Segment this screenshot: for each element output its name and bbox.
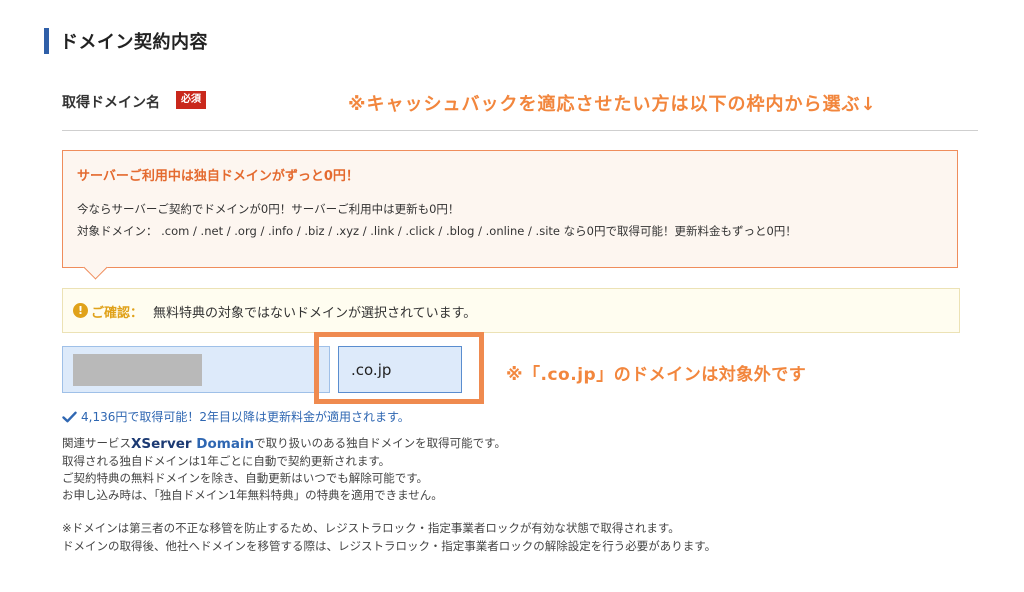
tld-annotation: ※「.co.jp」のドメインは対象外です xyxy=(506,365,807,385)
promo-target-domains: 対象ドメイン： .com / .net / .org / .info / .bi… xyxy=(77,224,797,238)
required-badge: 必須 xyxy=(176,91,206,109)
confirmation-notice: ! ご確認： 無料特典の対象ではないドメインが選択されています。 xyxy=(62,288,960,333)
domain-name-input[interactable] xyxy=(62,346,330,393)
redacted-domain-name xyxy=(73,354,202,386)
note-line: ※ドメインは第三者の不正な移管を防止するため、レジストラロック・指定事業者ロック… xyxy=(62,521,680,535)
domain-description: 関連サービスXServer Domainで取り扱いのある独自ドメインを取得可能で… xyxy=(62,435,506,504)
warning-icon: ! xyxy=(73,303,88,318)
confirmation-label: ご確認： xyxy=(91,306,144,321)
note-line: ドメインの取得後、他社へドメインを移管する際は、レジストラロック・指定事業者ロッ… xyxy=(62,539,717,553)
description-line: 関連サービスXServer Domainで取り扱いのある独自ドメインを取得可能で… xyxy=(62,436,507,453)
domain-field-row: 取得ドメイン名 必須 ※キャッシュバックを適応させたい方は以下の枠内から選ぶ↓ xyxy=(62,82,978,131)
check-icon xyxy=(62,411,77,422)
domain-field-label: 取得ドメイン名 xyxy=(62,95,160,111)
promo-text-line: 今ならサーバーご契約でドメインが0円！サーバーご利用中は更新も0円！ xyxy=(77,202,460,216)
cashback-annotation: ※キャッシュバックを適応させたい方は以下の枠内から選ぶ↓ xyxy=(348,94,877,115)
section-title: ドメイン契約内容 xyxy=(60,32,208,53)
tld-highlight-frame xyxy=(314,332,484,404)
price-text: 4,136円で取得可能！2年目以降は更新料金が適用されます。 xyxy=(81,410,410,424)
registrar-lock-note: ※ドメインは第三者の不正な移管を防止するため、レジストラロック・指定事業者ロック… xyxy=(62,519,716,555)
confirmation-text: 無料特典の対象ではないドメインが選択されています。 xyxy=(153,306,477,321)
description-line: 取得される独自ドメインは1年ごとに自動で契約更新されます。 xyxy=(62,454,391,468)
section-header: ドメイン契約内容 xyxy=(44,28,208,54)
section-accent-bar xyxy=(44,28,49,54)
description-line: お申し込み時は、「独自ドメイン1年無料特典」の特典を適用できません。 xyxy=(62,488,443,502)
free-domain-promo-box: サーバーご利用中は独自ドメインがずっと0円！ 今ならサーバーご契約でドメインが0… xyxy=(62,150,958,268)
xserver-domain-logo[interactable]: XServer Domain xyxy=(131,436,254,453)
promo-title: サーバーご利用中は独自ドメインがずっと0円！ xyxy=(77,169,359,184)
description-line: ご契約特典の無料ドメインを除き、自動更新はいつでも解除可能です。 xyxy=(62,471,429,485)
price-info: 4,136円で取得可能！2年目以降は更新料金が適用されます。 xyxy=(62,408,410,425)
